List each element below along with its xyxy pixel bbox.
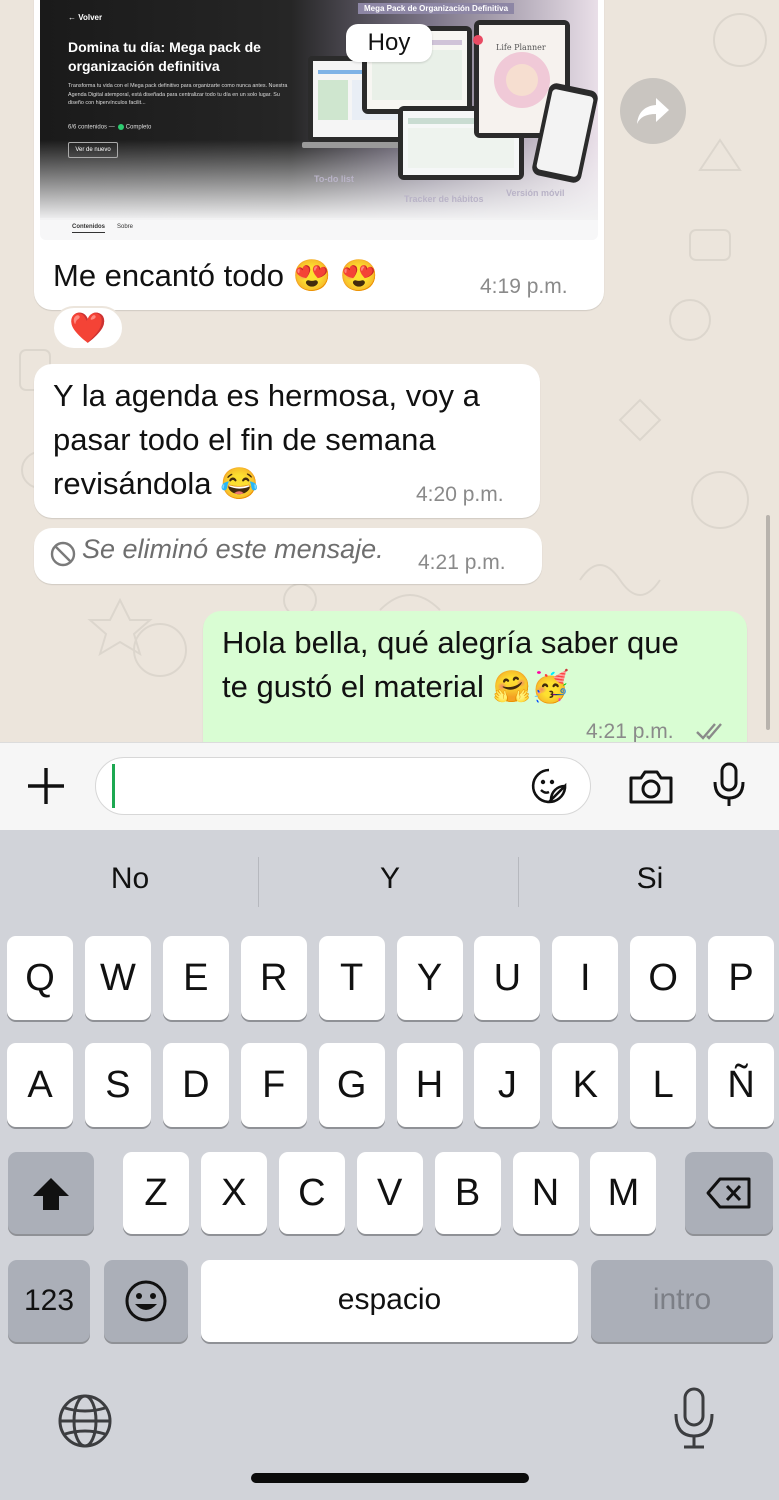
- suggestion-no[interactable]: No: [30, 862, 230, 896]
- suggestion-si[interactable]: Si: [550, 862, 750, 896]
- key-t[interactable]: T: [318, 936, 385, 1020]
- preview-tabs: Contenidos Sobre: [72, 224, 145, 233]
- key-c[interactable]: C: [278, 1152, 345, 1234]
- preview-tag-tracker: Tracker de hábitos: [404, 194, 484, 204]
- message-time: 4:21 p.m.: [586, 720, 674, 742]
- message-input[interactable]: [95, 757, 591, 815]
- dictation-icon[interactable]: [672, 1386, 716, 1450]
- forward-button[interactable]: [620, 78, 686, 144]
- message-line-3: revisándola 😂: [53, 466, 259, 501]
- key-l[interactable]: L: [630, 1043, 697, 1127]
- space-key[interactable]: espacio: [201, 1260, 578, 1342]
- preview-tab-contenidos: Contenidos: [72, 224, 105, 233]
- backspace-icon: [706, 1177, 751, 1209]
- key-w[interactable]: W: [84, 936, 151, 1020]
- reaction-badge[interactable]: ❤️: [52, 306, 124, 350]
- emoji-key[interactable]: [104, 1260, 188, 1342]
- message-line-2: pasar todo el fin de semana: [53, 422, 436, 457]
- backspace-key[interactable]: [685, 1152, 773, 1234]
- suggestion-y[interactable]: Y: [290, 862, 490, 896]
- key-r[interactable]: R: [240, 936, 307, 1020]
- key-e[interactable]: E: [162, 936, 229, 1020]
- key-v[interactable]: V: [356, 1152, 423, 1234]
- preview-title: Domina tu día: Mega pack de organización…: [68, 39, 261, 74]
- key-s[interactable]: S: [84, 1043, 151, 1127]
- key-d[interactable]: D: [162, 1043, 229, 1127]
- shift-key[interactable]: [8, 1152, 94, 1234]
- key-p[interactable]: P: [708, 936, 775, 1020]
- message-time: 4:19 p.m.: [480, 275, 568, 298]
- deleted-message-text: Se eliminó este mensaje.: [82, 534, 384, 564]
- sticker-icon[interactable]: [530, 767, 568, 805]
- key-i[interactable]: I: [552, 936, 619, 1020]
- message-text: Me encantó todo 😍 😍: [53, 258, 379, 293]
- key-j[interactable]: J: [474, 1043, 541, 1127]
- key-a[interactable]: A: [7, 1043, 73, 1127]
- key-g[interactable]: G: [318, 1043, 385, 1127]
- heart-reaction: ❤️: [69, 311, 107, 345]
- check-dot-icon: [117, 124, 124, 130]
- preview-status: Completo: [125, 124, 152, 131]
- message-time: 4:20 p.m.: [416, 483, 504, 506]
- planner-label: Life Planner: [496, 43, 546, 52]
- preview-pack-banner: Mega Pack de Organización Definitiva: [358, 3, 515, 14]
- message-line-1: Y la agenda es hermosa, voy a: [53, 378, 480, 413]
- key-z[interactable]: Z: [123, 1152, 189, 1234]
- double-check-icon: [696, 723, 722, 740]
- emoji-icon: [125, 1280, 167, 1322]
- preview-tag-version: Versión móvil: [506, 188, 565, 198]
- key-b[interactable]: B: [434, 1152, 501, 1234]
- shift-icon: [33, 1178, 69, 1210]
- key-u[interactable]: U: [474, 936, 541, 1020]
- key-f[interactable]: F: [240, 1043, 307, 1127]
- return-key[interactable]: intro: [591, 1260, 773, 1342]
- message-line-1: Hola bella, qué alegría saber que: [222, 625, 679, 660]
- preview-back-link: ← Volver: [68, 13, 103, 22]
- key-x[interactable]: X: [200, 1152, 267, 1234]
- camera-icon[interactable]: [627, 768, 675, 806]
- key-k[interactable]: K: [552, 1043, 619, 1127]
- numbers-key[interactable]: 123: [8, 1260, 90, 1342]
- globe-icon[interactable]: [56, 1392, 114, 1450]
- key-h[interactable]: H: [396, 1043, 463, 1127]
- key-y[interactable]: Y: [396, 936, 463, 1020]
- plus-icon[interactable]: [26, 766, 66, 806]
- message-time: 4:21 p.m.: [418, 551, 506, 574]
- suggestion-divider: [258, 857, 259, 907]
- forward-icon: [637, 98, 669, 124]
- chat-scrollbar[interactable]: [766, 515, 770, 730]
- preview-rewatch-button: Ver de nuevo: [68, 142, 118, 158]
- link-preview[interactable]: ← Volver Domina tu día: Mega pack de org…: [40, 0, 598, 240]
- key-n[interactable]: N: [512, 1152, 579, 1234]
- preview-tag-todo: To-do list: [314, 174, 354, 184]
- preview-description: Transforma tu vida con el Mega pack defi…: [68, 83, 288, 106]
- mic-icon[interactable]: [712, 762, 746, 808]
- text-caret: [112, 764, 115, 808]
- chat-area[interactable]: ← Volver Domina tu día: Mega pack de org…: [0, 0, 779, 742]
- preview-progress-text: 6/6 contenidos —: [68, 124, 115, 131]
- deleted-icon: [50, 541, 76, 567]
- key-m[interactable]: M: [590, 1152, 657, 1234]
- key-ñ[interactable]: Ñ: [708, 1043, 775, 1127]
- date-chip: Hoy: [346, 24, 432, 62]
- message-line-2: te gustó el material 🤗🥳: [222, 669, 570, 704]
- home-indicator[interactable]: [251, 1473, 529, 1483]
- preview-progress: 6/6 contenidos — Completo: [68, 124, 151, 131]
- key-o[interactable]: O: [630, 936, 697, 1020]
- key-q[interactable]: Q: [7, 936, 73, 1020]
- preview-tab-sobre: Sobre: [117, 224, 134, 230]
- suggestion-divider: [518, 857, 519, 907]
